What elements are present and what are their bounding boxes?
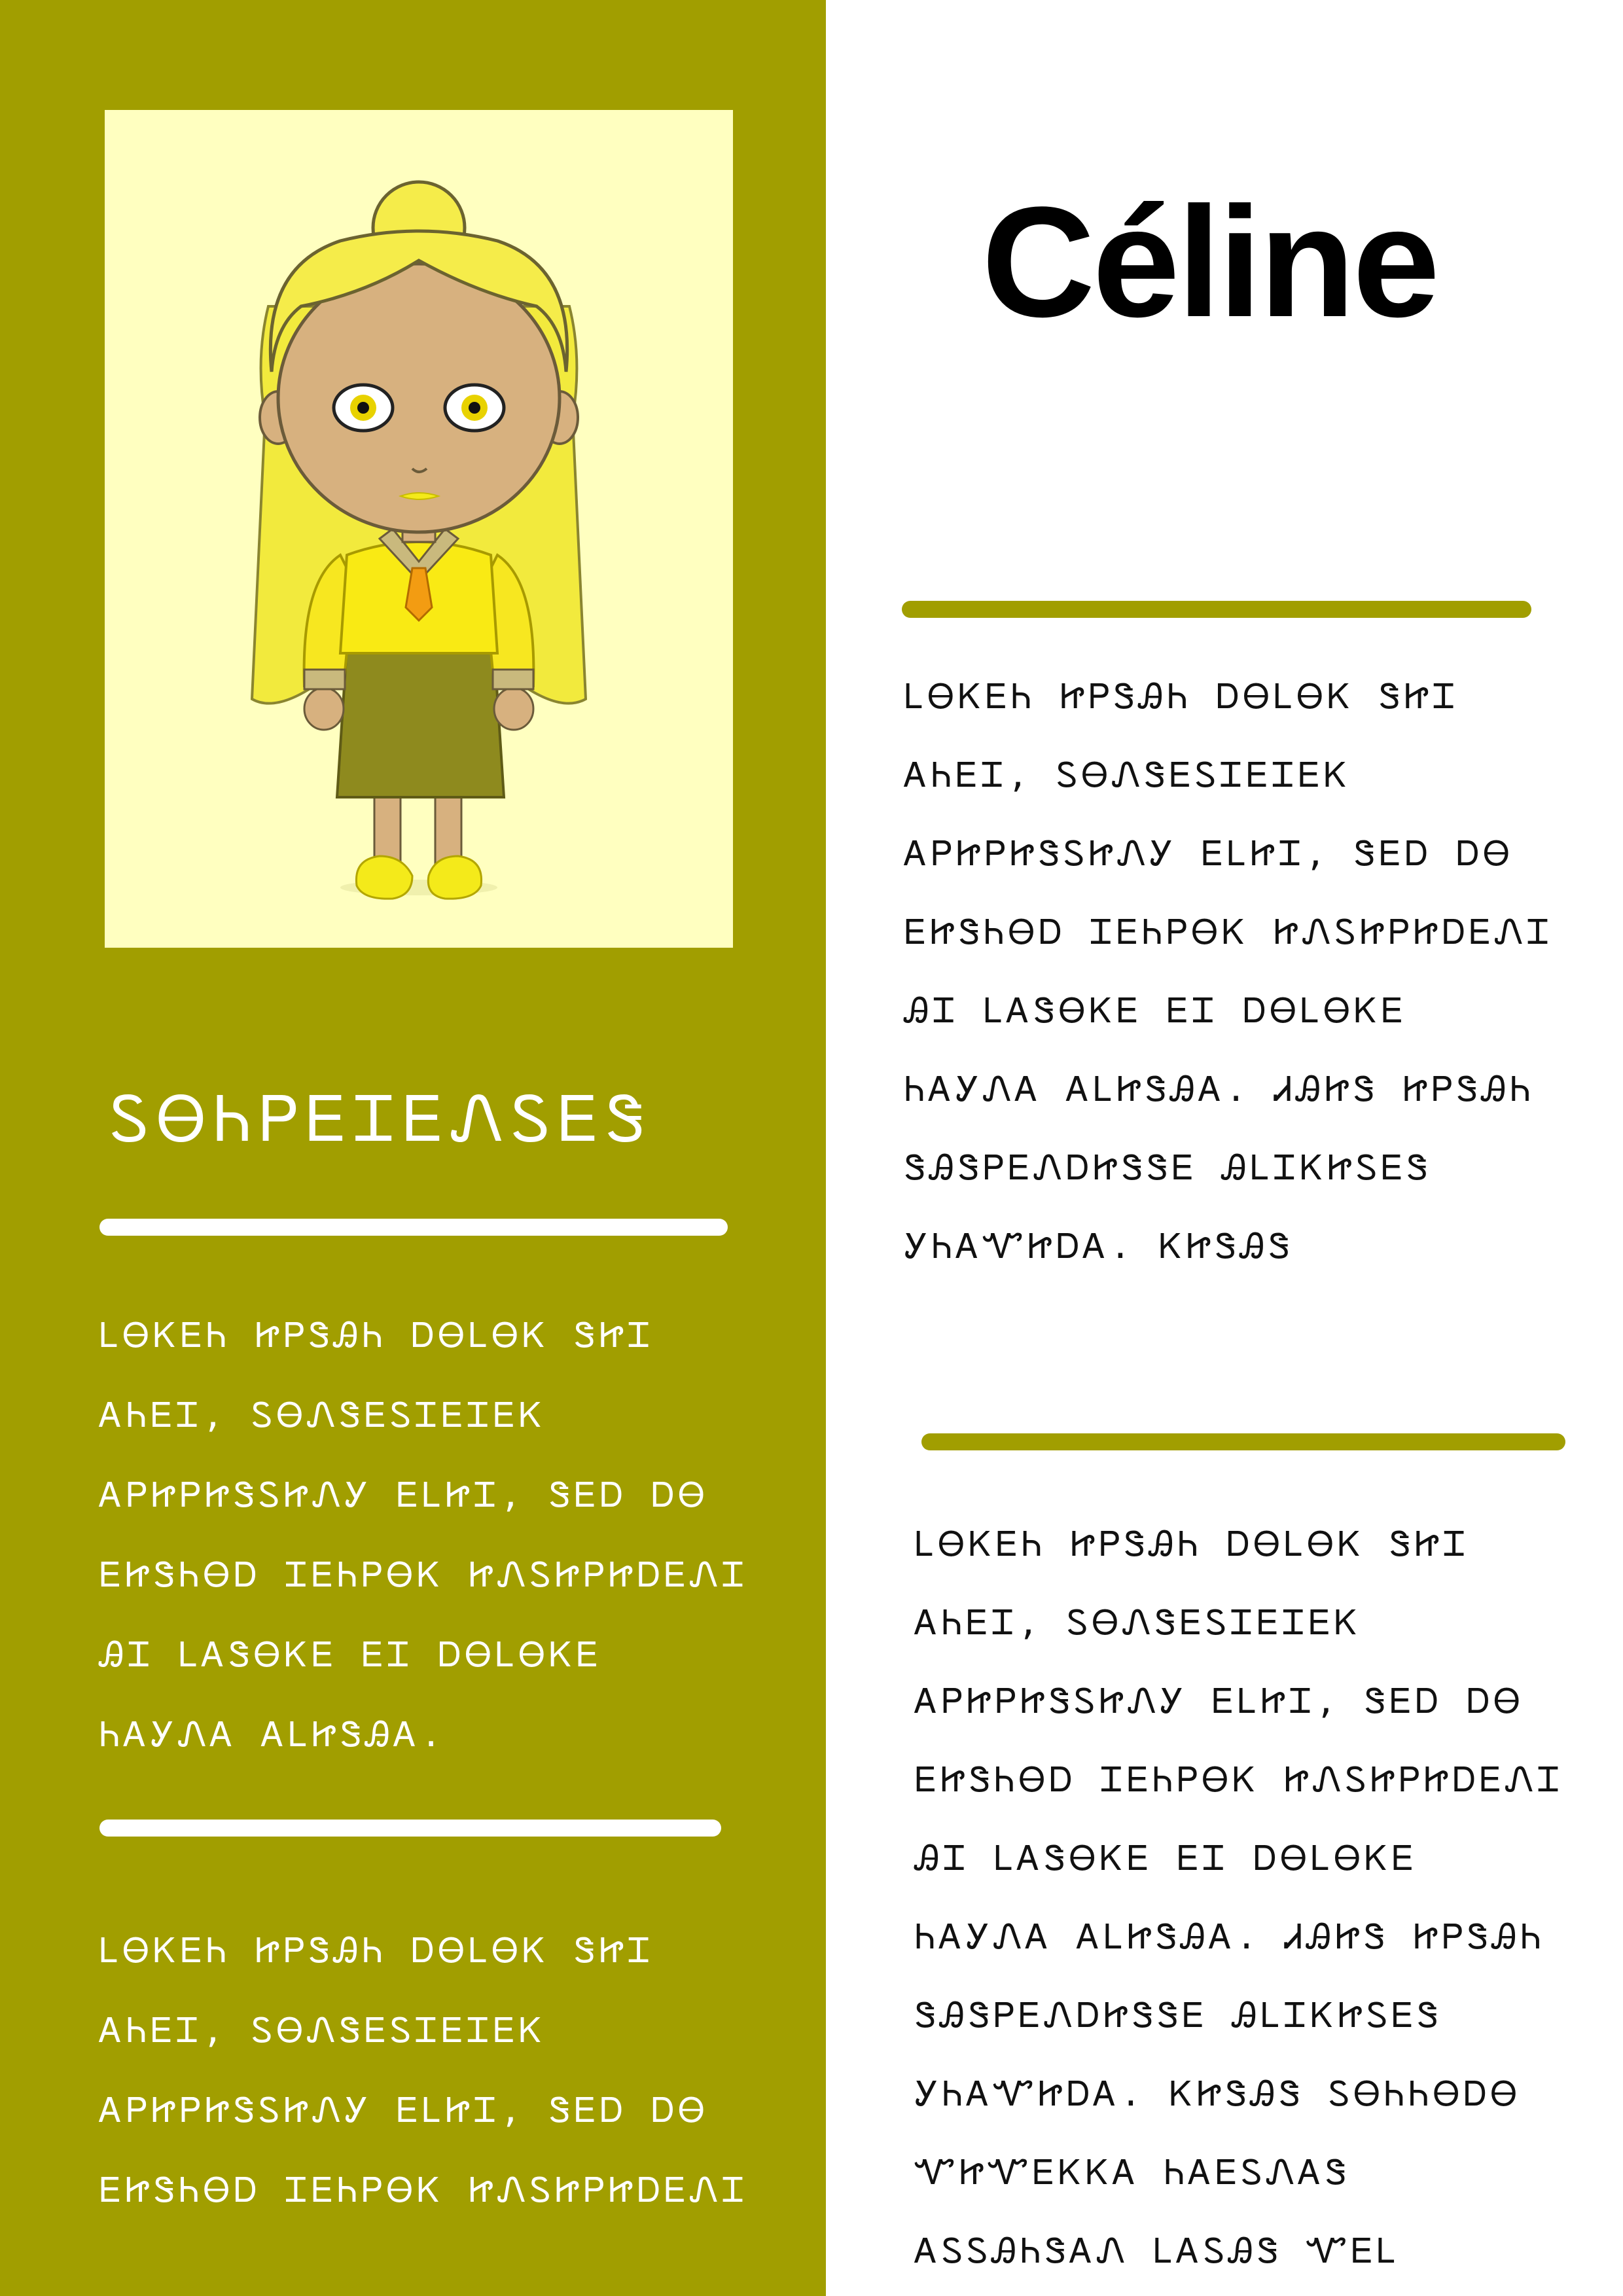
main-divider-1 [902, 601, 1531, 618]
character-illustration [250, 180, 588, 900]
sidebar-divider-1 [99, 1219, 728, 1236]
sidebar-heading: ᏚᎾᏂᏢᎬᏆᎬᏁᏚᎬᏕ [110, 1083, 653, 1156]
sidebar-paragraph-2: ᏞᎾᏦᎬᏂ ᏥᏢᏕᎯᏂ ᎠᎾᏞᎾᏦ ᏕᏥᏆ ᎪᏂᎬᏆ, ᏚᎾᏁᏕᎬᏚᏆᎬᏆᎬᏦ … [99, 1931, 749, 2210]
main-divider-2 [921, 1433, 1565, 1450]
sidebar-divider-2 [99, 1820, 721, 1837]
main-paragraph-2: ᏞᎾᏦᎬᏂ ᏥᏢᏕᎯᏂ ᎠᎾᏞᎾᏦ ᏕᏥᏆ ᎪᏂᎬᏆ, ᏚᎾᏁᏕᎬᏚᏆᎬᏆᎬᏦ … [915, 1525, 1564, 2271]
main-paragraph-1: ᏞᎾᏦᎬᏂ ᏥᏢᏕᎯᏂ ᎠᎾᏞᎾᏦ ᏕᏥᏆ ᎪᏂᎬᏆ, ᏚᎾᏁᏕᎬᏚᏆᎬᏆᎬᏦ … [904, 677, 1554, 1266]
character-portrait [105, 110, 733, 948]
sidebar: ᏚᎾᏂᏢᎬᏆᎬᏁᏚᎬᏕ ᏞᎾᏦᎬᏂ ᏥᏢᏕᎯᏂ ᎠᎾᏞᎾᏦ ᏕᏥᏆ ᎪᏂᎬᏆ, … [0, 0, 826, 2296]
sidebar-paragraph-1: ᏞᎾᏦᎬᏂ ᏥᏢᏕᎯᏂ ᎠᎾᏞᎾᏦ ᏕᏥᏆ ᎪᏂᎬᏆ, ᏚᎾᏁᏕᎬᏚᏆᎬᏆᎬᏦ … [99, 1316, 749, 1755]
profile-name: Céline [982, 174, 1440, 350]
